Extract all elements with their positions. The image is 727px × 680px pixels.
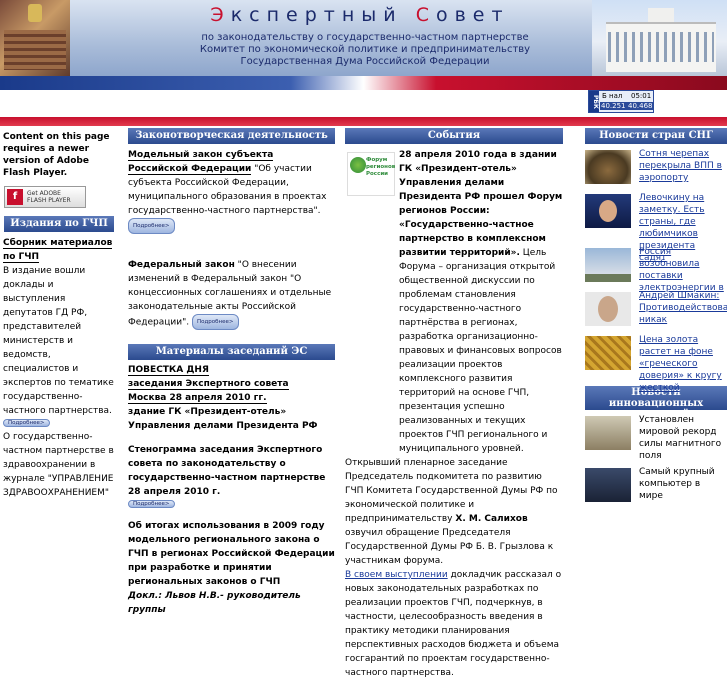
legislation-header: Законотворческая деятельность: [128, 128, 335, 144]
transcript-link[interactable]: Стенограмма заседания Экспертного совета…: [128, 443, 335, 499]
turtle-thumb: [585, 150, 631, 184]
subtitle-line-1: по законодательству о государственно-час…: [201, 32, 529, 43]
report-author: Докл.: Львов Н.В.- руководитель группы: [128, 591, 301, 615]
speech-text: докладчик рассказал о новых законодатель…: [345, 570, 562, 678]
left-column: Content on this page requires a newer ve…: [0, 128, 118, 500]
site-header: Экспертный Совет по законодательству о г…: [0, 0, 727, 76]
more-button[interactable]: Подробнее>: [191, 314, 239, 330]
publication-title[interactable]: Сборник материалов по ГЧП: [3, 238, 113, 263]
cis-news-header: Новости стран СНГ: [585, 128, 727, 144]
events-column: События Форум регионов России 28 апреля …: [345, 128, 563, 678]
tech-item[interactable]: Самый крупный компьютер в мире: [585, 466, 727, 510]
cis-news-column: Новости стран СНГ Сотня черепах перекрыл…: [585, 128, 727, 510]
more-button[interactable]: Подробнее>: [128, 218, 175, 234]
white-house-image: [592, 0, 727, 76]
publications-header: Издания по ГЧП: [4, 216, 114, 232]
site-title: Экспертный Совет: [210, 4, 510, 26]
news-item[interactable]: Левочкину на заметку. Есть страны, где л…: [585, 192, 727, 263]
publication-text: В издание вошли доклады и выступления де…: [3, 266, 114, 416]
agenda-line-2: Москва 28 апреля 2010 гг.: [128, 393, 267, 404]
get-flash-button[interactable]: f Get ADOBE FLASH PLAYER: [4, 186, 86, 208]
event-title: 28 апреля 2010 года в здании ГК «Президе…: [399, 150, 563, 258]
ticker-buy: 40.251: [600, 102, 627, 110]
news-item[interactable]: Сотня черепах перекрыла ВПП в аэропорту: [585, 148, 727, 192]
agenda-title[interactable]: ПОВЕСТКА ДНЯ: [128, 365, 209, 376]
computer-thumb: [585, 468, 631, 502]
flag-strip: [0, 76, 727, 90]
news-item[interactable]: Цена золота растет на фоне «греческого д…: [585, 334, 727, 393]
results-link[interactable]: Об итогах использования в 2009 году моде…: [128, 519, 335, 589]
news-item[interactable]: Андрей Шмакин: Противодействовать никак: [585, 290, 727, 334]
subtitle-line-3: Государственная Дума Российской Федераци…: [240, 56, 490, 67]
tech-item[interactable]: Установлен мировой рекорд силы магнитног…: [585, 414, 727, 466]
rbc-logo: РБК: [589, 91, 599, 112]
gold-thumb: [585, 336, 631, 370]
emblem-icon: [28, 4, 42, 22]
event-text: Цель Форума – организация открытой общес…: [399, 248, 562, 454]
agenda-line-3: здание ГК «Президент-отель» Управления д…: [128, 407, 318, 431]
site-subtitle: по законодательству о государственно-час…: [150, 32, 580, 68]
ticker-sell: 40.468: [627, 102, 654, 110]
flash-notice: Content on this page requires a newer ve…: [3, 132, 110, 178]
more-button[interactable]: Подробнее>: [3, 418, 50, 427]
events-header: События: [345, 128, 563, 144]
portrait-thumb: [585, 292, 631, 326]
subtitle-line-2: Комитет по экономической политике и пред…: [199, 44, 531, 55]
person-thumb: [585, 194, 631, 228]
power-line-thumb: [585, 248, 631, 282]
ticker-label: Б нал: [602, 92, 623, 100]
meeting-materials-header: Материалы заседаний ЭС: [128, 344, 335, 360]
plenary-name: Х. М. Салихов: [455, 514, 528, 524]
flash-icon: f: [7, 189, 23, 205]
red-divider: [0, 117, 727, 126]
more-button[interactable]: Подробнее>: [128, 499, 175, 508]
news-item[interactable]: Россия возобновила поставки электроэнерг…: [585, 246, 727, 293]
currency-ticker[interactable]: РБК Б нал 05:01 40.251 40.468: [588, 90, 654, 113]
federal-law-title[interactable]: Федеральный закон: [128, 260, 235, 270]
speech-link[interactable]: В своем выступлении: [345, 570, 448, 580]
agenda-line-1: заседания Экспертного совета: [128, 379, 289, 390]
ticker-time: 05:01: [631, 92, 652, 100]
magnet-thumb: [585, 416, 631, 450]
forum-logo: Форум регионов России: [347, 152, 395, 196]
duma-hall-image: [0, 0, 70, 76]
publication-text-2[interactable]: О государственно-частном партнерстве в з…: [0, 428, 118, 500]
legislation-column: Законотворческая деятельность Модельный …: [128, 128, 335, 617]
